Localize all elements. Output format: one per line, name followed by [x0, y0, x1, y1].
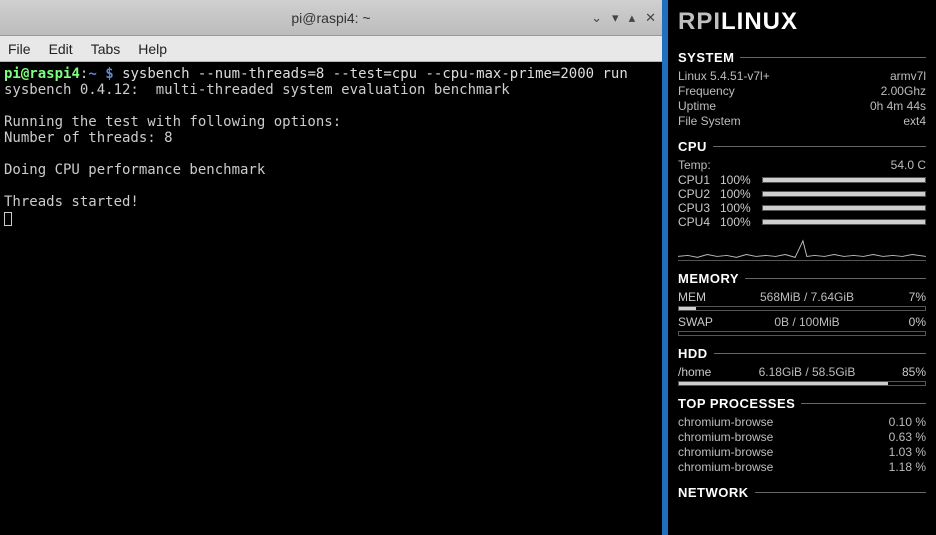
menubar: File Edit Tabs Help — [0, 36, 662, 62]
brand-part2: LINUX — [721, 8, 798, 35]
proc-row: chromium-browse1.03 % — [678, 445, 926, 460]
cpu-core-1: CPU1100% — [678, 173, 926, 187]
proc-row: chromium-browse0.10 % — [678, 415, 926, 430]
mem-row: MEM 568MiB / 7.64GiB 7% — [678, 290, 926, 304]
section-memory: MEMORY — [678, 271, 926, 286]
prompt-symbol: $ — [105, 66, 113, 82]
hdd-row: /home 6.18GiB / 58.5GiB 85% — [678, 365, 926, 379]
mem-bar — [678, 306, 926, 311]
sys-kernel: Linux 5.4.51-v7l+armv7l — [678, 69, 926, 84]
sys-frequency: Frequency2.00Ghz — [678, 84, 926, 99]
system-panel: RPILINUX SYSTEM Linux 5.4.51-v7l+armv7l … — [662, 0, 936, 535]
maximize-icon[interactable]: ▴ — [629, 10, 636, 26]
output-line: Threads started! — [4, 194, 139, 210]
cpu-graph — [678, 233, 926, 261]
window-titlebar[interactable]: pi@raspi4: ~ ⌄ ▾ ▴ ✕ — [0, 0, 662, 36]
window-controls: ⌄ ▾ ▴ ✕ — [591, 0, 656, 35]
terminal-area[interactable]: pi@raspi4:~ $ sysbench --num-threads=8 -… — [0, 62, 662, 535]
prompt-host: raspi4 — [29, 66, 80, 82]
section-cpu: CPU — [678, 139, 926, 154]
section-top-processes: TOP PROCESSES — [678, 396, 926, 411]
panel-brand: RPILINUX — [678, 8, 926, 36]
section-hdd: HDD — [678, 346, 926, 361]
cpu-core-2: CPU2100% — [678, 187, 926, 201]
swap-bar — [678, 331, 926, 336]
menu-help[interactable]: Help — [138, 41, 167, 57]
hdd-bar — [678, 381, 926, 386]
cpu-core-4: CPU4100% — [678, 215, 926, 229]
window-title: pi@raspi4: ~ — [291, 10, 370, 26]
command-text: sysbench --num-threads=8 --test=cpu --cp… — [122, 66, 628, 82]
proc-row: chromium-browse0.63 % — [678, 430, 926, 445]
menu-file[interactable]: File — [8, 41, 31, 57]
sys-uptime: Uptime0h 4m 44s — [678, 99, 926, 114]
sys-filesystem: File Systemext4 — [678, 114, 926, 129]
swap-row: SWAP 0B / 100MiB 0% — [678, 315, 926, 329]
output-line: Number of threads: 8 — [4, 130, 173, 146]
prompt-path: ~ — [88, 66, 96, 82]
proc-row: chromium-browse1.18 % — [678, 460, 926, 475]
brand-part1: RPI — [678, 8, 721, 35]
output-line: Running the test with following options: — [4, 114, 341, 130]
cpu-temp: Temp:54.0 C — [678, 158, 926, 173]
menu-edit[interactable]: Edit — [49, 41, 73, 57]
cpu-core-3: CPU3100% — [678, 201, 926, 215]
minimize-icon[interactable]: ▾ — [612, 10, 619, 26]
menu-tabs[interactable]: Tabs — [91, 41, 121, 57]
cursor-icon — [4, 212, 12, 226]
shade-icon[interactable]: ⌄ — [591, 10, 602, 26]
section-network: NETWORK — [678, 485, 926, 500]
section-system: SYSTEM — [678, 50, 926, 65]
terminal-window: pi@raspi4: ~ ⌄ ▾ ▴ ✕ File Edit Tabs Help… — [0, 0, 662, 535]
output-line: Doing CPU performance benchmark — [4, 162, 265, 178]
prompt-user: pi — [4, 66, 21, 82]
close-icon[interactable]: ✕ — [645, 10, 656, 26]
output-line: sysbench 0.4.12: multi-threaded system e… — [4, 82, 510, 98]
